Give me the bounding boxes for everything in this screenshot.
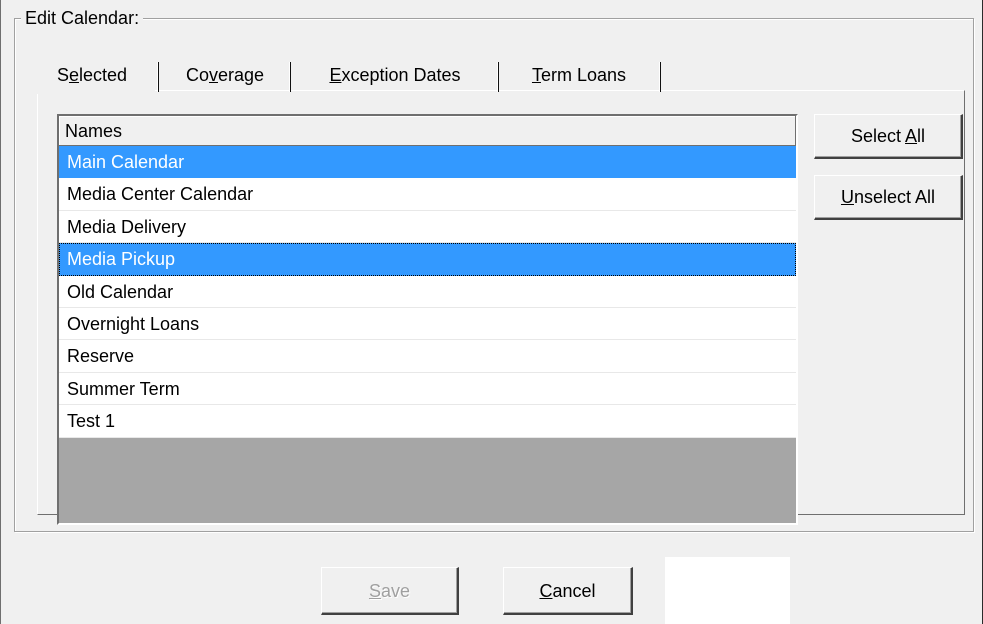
select-all-label-part: Select bbox=[850, 126, 906, 146]
tab-separator bbox=[289, 62, 291, 92]
tab-label-mnemonic: e bbox=[68, 65, 79, 85]
select-all-button[interactable]: Select All bbox=[814, 114, 963, 159]
list-item[interactable]: Summer Term bbox=[59, 372, 796, 406]
list-item[interactable]: Media Delivery bbox=[59, 210, 796, 244]
list-item[interactable]: Test 1 bbox=[59, 405, 796, 438]
blank-panel bbox=[665, 557, 790, 624]
list-item[interactable]: Main Calendar bbox=[59, 146, 796, 179]
tab-label-part: Co bbox=[185, 65, 209, 85]
tab-separator bbox=[497, 62, 499, 92]
list-item[interactable]: Reserve bbox=[59, 340, 796, 373]
tab-label-rest: erage bbox=[217, 65, 265, 85]
tab-label-mnemonic: E bbox=[329, 65, 342, 85]
calendar-names-list[interactable]: Names Main Calendar Media Center Calendar… bbox=[57, 114, 798, 525]
unselect-all-label-rest: nselect All bbox=[853, 187, 936, 207]
tab-label-rest: lected bbox=[78, 65, 128, 85]
groupbox-title: Edit Calendar: bbox=[21, 7, 144, 29]
list-item[interactable]: Media Center Calendar bbox=[59, 178, 796, 211]
cancel-mnemonic: C bbox=[539, 581, 553, 601]
tab-exception-dates[interactable]: Exception Dates bbox=[295, 58, 495, 94]
tab-selected[interactable]: Selected bbox=[29, 58, 155, 94]
column-header-names[interactable]: Names bbox=[59, 116, 796, 146]
list-item[interactable]: Media Pickup bbox=[59, 243, 796, 276]
tab-label-part: S bbox=[56, 65, 69, 85]
list-item[interactable]: Overnight Loans bbox=[59, 307, 796, 341]
tab-coverage[interactable]: Coverage bbox=[163, 58, 287, 94]
select-all-mnemonic: A bbox=[905, 126, 918, 146]
unselect-all-mnemonic: U bbox=[840, 187, 854, 207]
save-mnemonic: S bbox=[368, 581, 381, 601]
select-all-label-rest: ll bbox=[917, 126, 926, 146]
tab-label-mnemonic: v bbox=[208, 65, 218, 85]
tab-label-mnemonic: T bbox=[531, 65, 541, 85]
save-label-rest: ave bbox=[380, 581, 411, 601]
edit-calendar-window: Edit Calendar: Selected Coverage Excepti… bbox=[0, 0, 983, 624]
tab-label-rest: xception Dates bbox=[341, 65, 461, 85]
cancel-button[interactable]: Cancel bbox=[503, 567, 633, 615]
tab-label-rest: erm Loans bbox=[540, 65, 627, 85]
tab-term-loans[interactable]: Term Loans bbox=[503, 58, 655, 94]
unselect-all-button[interactable]: Unselect All bbox=[814, 175, 963, 220]
cancel-label-rest: ancel bbox=[552, 581, 596, 601]
tab-separator bbox=[659, 62, 661, 92]
list-rows: Main Calendar Media Center Calendar Media … bbox=[59, 146, 796, 438]
tab-separator bbox=[157, 62, 159, 92]
save-button[interactable]: Save bbox=[321, 567, 459, 615]
list-item[interactable]: Old Calendar bbox=[59, 275, 796, 308]
